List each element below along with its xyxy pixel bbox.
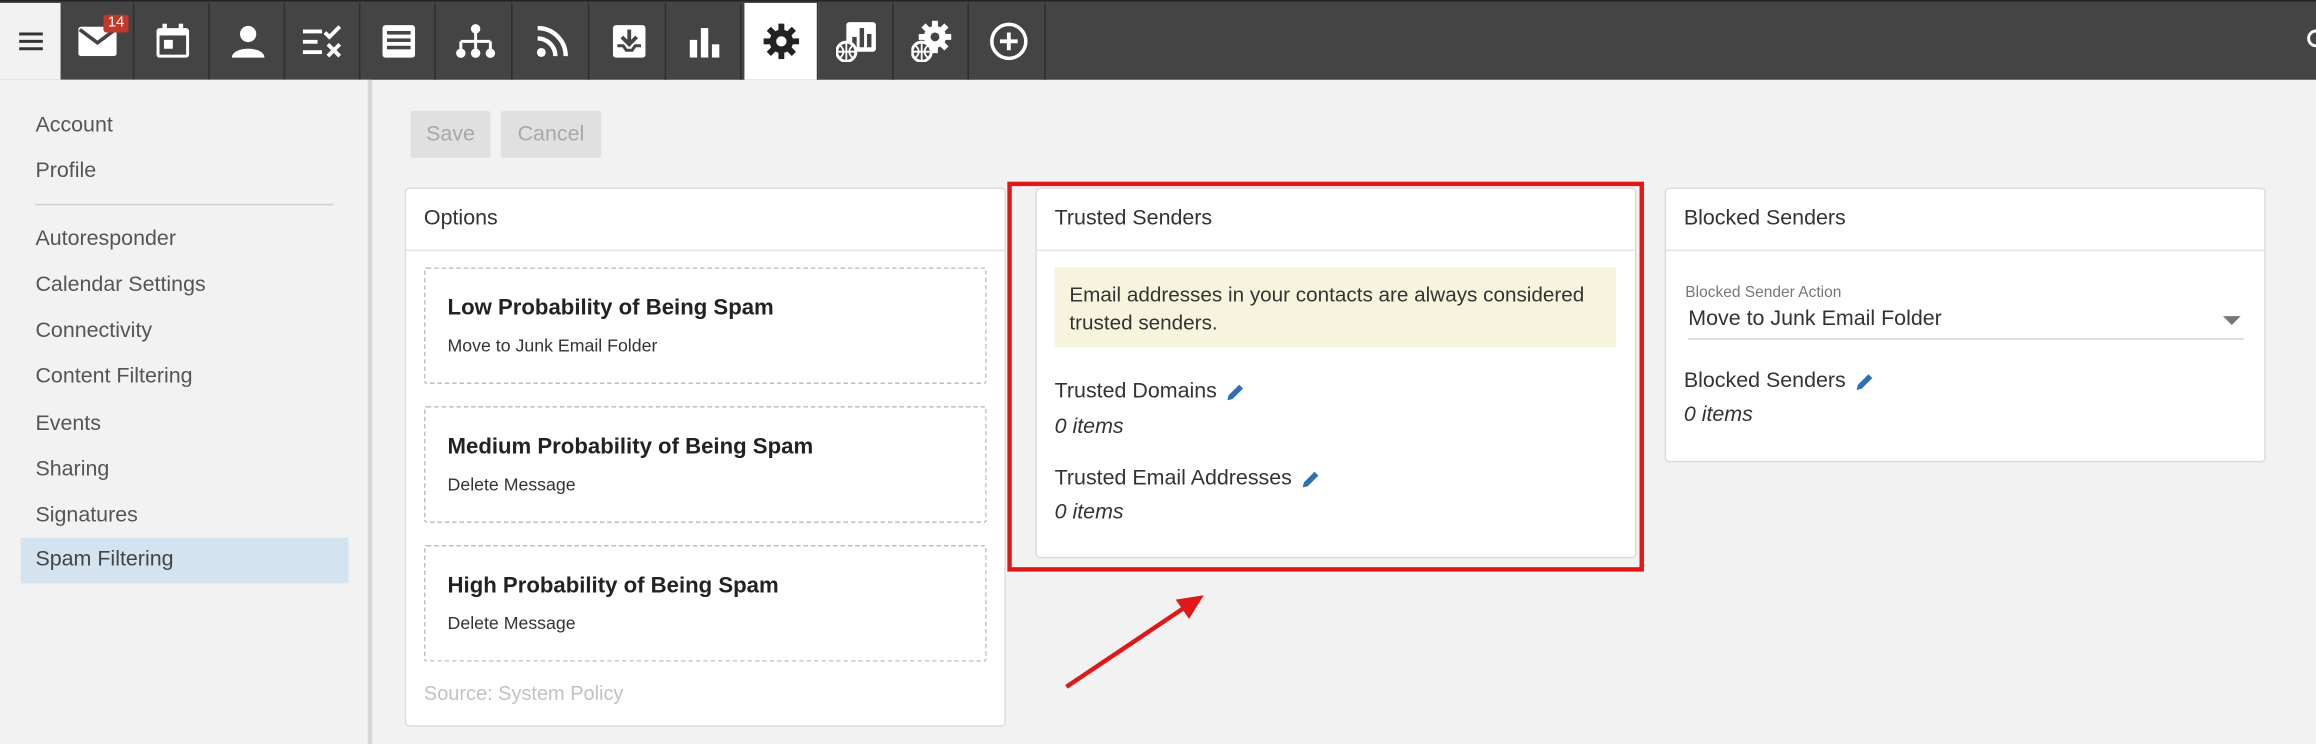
high-spam-option[interactable]: High Probability of Being Spam Delete Me… (423, 545, 987, 662)
blocked-senders-label: Blocked Senders (1684, 369, 1874, 393)
sidebar-item-events[interactable]: Events (21, 402, 349, 448)
domain-settings-icon (910, 20, 951, 63)
low-spam-option[interactable]: Low Probability of Being Spam Move to Ju… (423, 267, 987, 385)
hamburger-icon (18, 28, 43, 55)
rss-icon (536, 25, 568, 57)
tasks-button[interactable] (287, 2, 361, 80)
contacts-icon (231, 25, 264, 58)
sidebar-item-spam-filtering[interactable]: Spam Filtering (20, 537, 349, 584)
add-circle-icon (989, 22, 1027, 61)
app-window: 14 Account Profile Autoresponder Calenda… (0, 0, 2316, 744)
reports-button[interactable] (668, 2, 742, 80)
settings-button[interactable] (744, 2, 819, 80)
low-spam-title: Low Probability of Being Spam (447, 295, 774, 321)
sidebar-item-calendar-settings[interactable]: Calendar Settings (21, 263, 349, 309)
blocked-sender-action-value: Move to Junk Email Folder (1688, 307, 1942, 331)
file-storage-button[interactable] (592, 2, 667, 80)
reports-icon (689, 28, 719, 58)
top-toolbar: 14 (0, 0, 2316, 80)
blocked-senders-title: Blocked Senders (1666, 189, 2265, 252)
sidebar-item-profile[interactable]: Profile (21, 149, 349, 195)
search-button[interactable] (2304, 28, 2316, 52)
medium-spam-title: Medium Probability of Being Spam (447, 434, 814, 460)
file-storage-icon (612, 25, 645, 58)
blocked-senders-count: 0 items (1683, 403, 1753, 427)
high-spam-title: High Probability of Being Spam (447, 573, 779, 599)
mail-unread-badge: 14 (103, 14, 129, 33)
add-button[interactable] (972, 2, 1046, 80)
notes-icon (381, 25, 415, 58)
calendar-icon (155, 23, 189, 58)
high-spam-action: Delete Message (447, 612, 576, 634)
sidebar-item-autoresponder[interactable]: Autoresponder (21, 217, 349, 263)
chevron-down-icon (2222, 316, 2241, 325)
hamburger-menu-button[interactable] (0, 2, 61, 80)
notes-button[interactable] (362, 2, 436, 80)
sidebar-item-signatures[interactable]: Signatures (21, 493, 349, 539)
calendar-button[interactable] (136, 2, 210, 80)
sidebar-item-content-filtering[interactable]: Content Filtering (21, 354, 349, 400)
tasks-icon (302, 25, 341, 58)
rss-button[interactable] (515, 2, 590, 80)
contacts-button[interactable] (211, 2, 286, 80)
sidebar-item-sharing[interactable]: Sharing (21, 448, 349, 494)
sidebar-divider (367, 79, 373, 744)
domain-reports-button[interactable] (820, 2, 894, 80)
search-icon (2307, 29, 2316, 48)
sidebar-item-account[interactable]: Account (21, 103, 349, 149)
highlight-box (1007, 181, 1644, 572)
blocked-sender-action-label: Blocked Sender Action (1685, 283, 1842, 302)
sidebar-separator (35, 203, 334, 206)
settings-icon (762, 23, 799, 60)
medium-spam-option[interactable]: Medium Probability of Being Spam Delete … (423, 406, 987, 523)
options-panel-title: Options (406, 189, 1005, 252)
save-button[interactable]: Save (410, 110, 491, 159)
pencil-icon[interactable] (1855, 371, 1874, 390)
blocked-sender-action-select[interactable]: Move to Junk Email Folder (1688, 307, 2244, 340)
low-spam-action: Move to Junk Email Folder (447, 335, 658, 356)
org-chart-icon (455, 24, 495, 58)
blocked-senders-panel: Blocked Senders Blocked Sender Action Mo… (1664, 187, 2266, 463)
mail-button[interactable]: 14 (61, 2, 135, 80)
medium-spam-action: Delete Message (447, 474, 576, 495)
sidebar-item-connectivity[interactable]: Connectivity (21, 309, 349, 355)
domain-reports-icon (835, 22, 876, 63)
blocked-senders-label-text: Blocked Senders (1683, 369, 1846, 393)
domain-settings-button[interactable] (895, 2, 969, 80)
org-chart-button[interactable] (439, 2, 513, 80)
cancel-button[interactable]: Cancel (500, 110, 602, 159)
options-panel: Options Low Probability of Being Spam Mo… (404, 187, 1006, 727)
policy-source-note: Source: System Policy (423, 682, 624, 705)
